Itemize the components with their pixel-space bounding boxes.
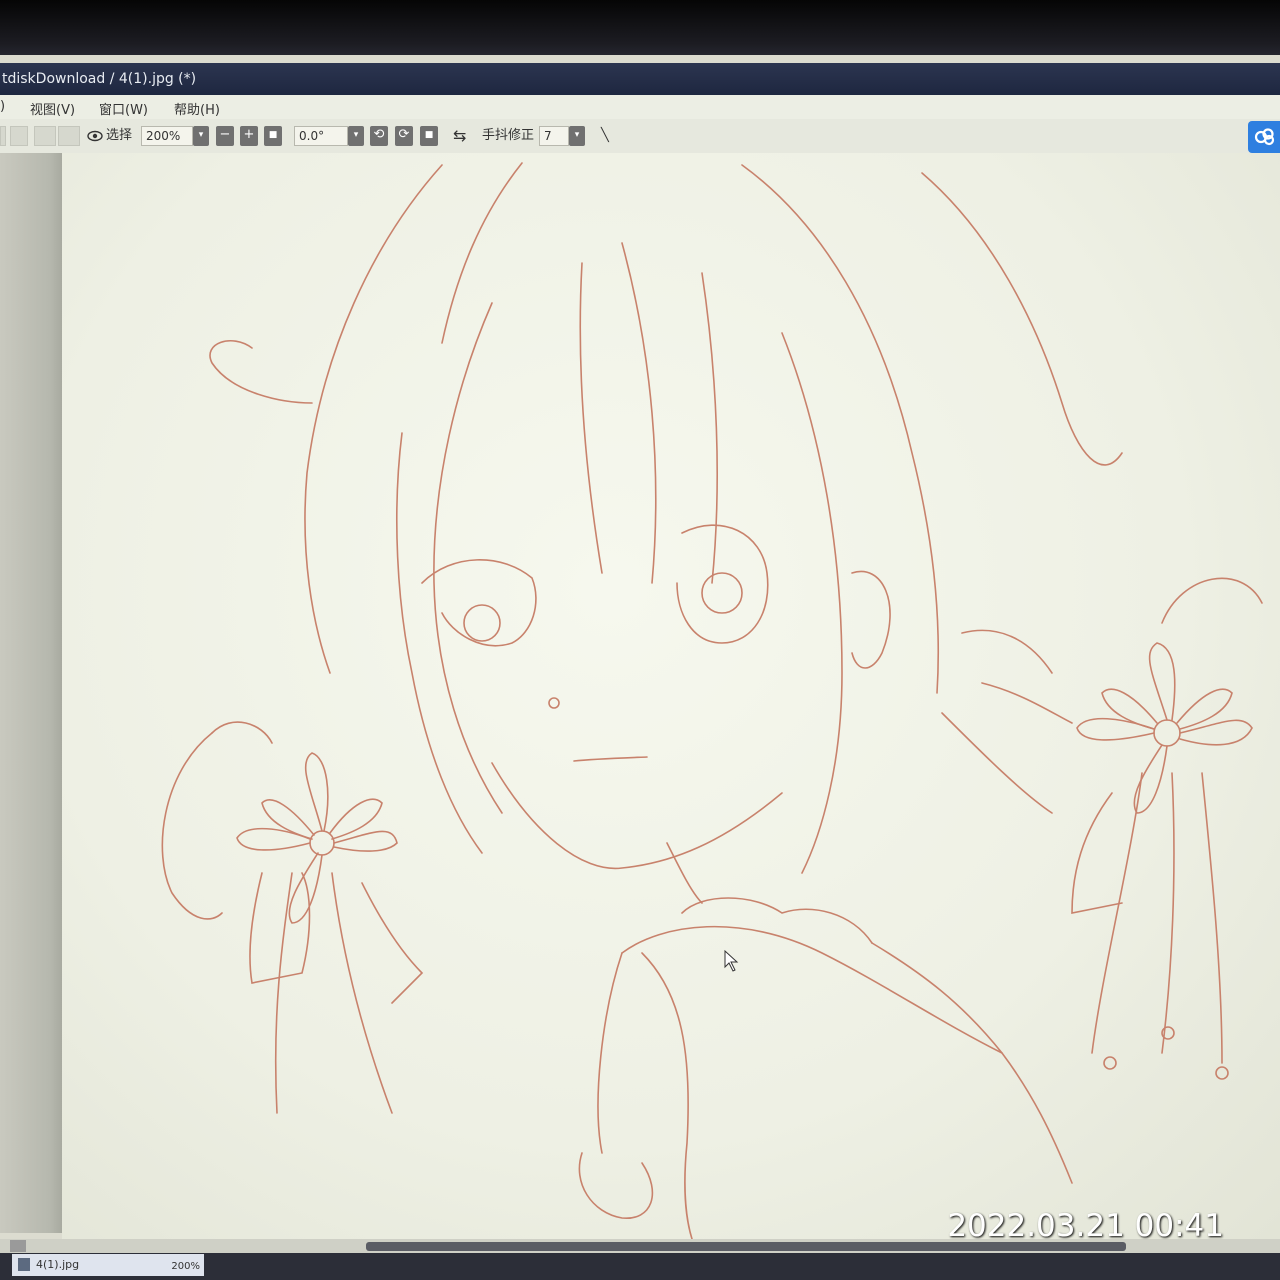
file-tab-name: 4(1).jpg — [36, 1258, 80, 1271]
toolbar-slot[interactable] — [58, 126, 80, 146]
stabilizer-dropdown-icon[interactable]: ▾ — [569, 126, 585, 146]
cloud-sync-icon[interactable] — [1248, 121, 1280, 153]
file-tab[interactable]: 4(1).jpg 200% — [12, 1254, 204, 1276]
app-window: tdiskDownload / 4(1).jpg (*) ) 视图(V) 窗口(… — [0, 55, 1280, 1280]
toolbar-slot[interactable] — [34, 126, 56, 146]
angle-dropdown-icon[interactable]: ▾ — [348, 126, 364, 146]
file-icon — [18, 1258, 30, 1271]
file-tab-zoom: 200% — [171, 1261, 200, 1272]
zoom-field[interactable]: 200% — [141, 126, 193, 146]
left-panel — [0, 153, 62, 1233]
pen-icon[interactable]: ╲ — [601, 126, 609, 146]
rotate-left-icon[interactable]: ⟲ — [370, 126, 388, 146]
monitor-bezel — [0, 0, 1280, 62]
menu-item-view[interactable]: 视图(V) — [30, 99, 75, 118]
drawing-canvas[interactable] — [62, 153, 1280, 1239]
zoom-dropdown-icon[interactable]: ▾ — [193, 126, 209, 146]
flip-icon[interactable]: ⇆ — [453, 126, 466, 146]
status-bar: 4(1).jpg 200% — [0, 1253, 1280, 1280]
menu-item-help[interactable]: 帮助(H) — [174, 99, 220, 118]
toolbar-slot[interactable] — [10, 126, 28, 146]
toolbar: 选择 200% ▾ − + ■ 0.0° ▾ ⟲ ⟳ ■ ⇆ 手抖修正 7 ▾ … — [0, 119, 1280, 154]
scroll-left-arrow-icon[interactable] — [10, 1240, 26, 1252]
stabilizer-field[interactable]: 7 — [539, 126, 569, 146]
window-title: tdiskDownload / 4(1).jpg (*) — [0, 63, 1280, 95]
menu-item-partial[interactable]: ) — [0, 99, 5, 114]
photo-timestamp: 2022.03.21 00:41 — [947, 1208, 1224, 1244]
zoom-out-icon[interactable]: − — [216, 126, 234, 146]
zoom-in-icon[interactable]: + — [240, 126, 258, 146]
rotate-right-icon[interactable]: ⟳ — [395, 126, 413, 146]
toolbar-slot[interactable] — [0, 126, 6, 146]
menu-item-window[interactable]: 窗口(W) — [99, 99, 148, 118]
menu-bar: ) 视图(V) 窗口(W) 帮助(H) — [0, 95, 1280, 119]
zoom-reset-icon[interactable]: ■ — [264, 126, 282, 146]
eye-icon[interactable] — [86, 126, 104, 146]
mouse-cursor-icon — [724, 949, 739, 972]
stabilizer-label: 手抖修正 — [482, 128, 535, 143]
rotate-reset-icon[interactable]: ■ — [420, 126, 438, 146]
select-label[interactable]: 选择 — [106, 126, 132, 146]
angle-field[interactable]: 0.0° — [294, 126, 348, 146]
